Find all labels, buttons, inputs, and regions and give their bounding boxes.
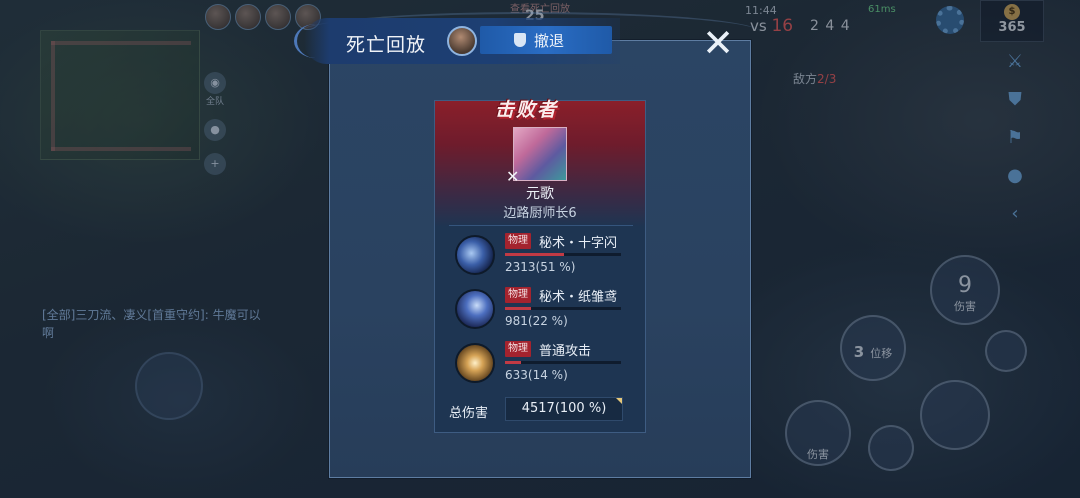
damage-type-tag: 物理 xyxy=(505,287,531,303)
damage-bar xyxy=(505,253,621,256)
damage-type-tag: 物理 xyxy=(505,341,531,357)
divider xyxy=(449,225,633,226)
killer-player-name: 边路厨师长6 xyxy=(503,206,577,221)
skill-name: 普通攻击 xyxy=(539,344,592,359)
self-avatar xyxy=(447,26,477,56)
basic-attack-skill-icon xyxy=(455,343,495,383)
damage-row: 物理 秘术・纸雏鸢 981(22 %) xyxy=(453,287,633,337)
damage-bar xyxy=(505,307,621,310)
shield-icon xyxy=(514,33,526,47)
skill-damage: 2313(51 %) xyxy=(505,260,576,274)
killer-card: 击败者 ✕ 元歌 边路厨师长6 物理 秘术・十字闪 2313(51 %) 物理 … xyxy=(434,99,646,433)
skill-name: 秘术・十字闪 xyxy=(539,236,618,251)
skill-name: 秘术・纸雏鸢 xyxy=(539,290,618,305)
killer-hero-portrait: ✕ xyxy=(506,127,567,186)
skill-damage: 981(22 %) xyxy=(505,314,568,328)
killer-hero-name: 元歌 xyxy=(526,186,554,202)
skill-damage: 633(14 %) xyxy=(505,368,568,382)
damage-row: 物理 普通攻击 633(14 %) xyxy=(453,341,633,391)
damage-bar-fill xyxy=(505,307,531,310)
damage-bar xyxy=(505,361,621,364)
close-button[interactable]: ✕ xyxy=(700,24,736,62)
retreat-button[interactable]: 撤退 xyxy=(480,26,612,54)
cross-slash-skill-icon xyxy=(455,235,495,275)
total-damage-label: 总伤害 xyxy=(449,406,489,421)
damage-row: 物理 秘术・十字闪 2313(51 %) xyxy=(453,233,633,283)
damage-type-tag: 物理 xyxy=(505,233,531,249)
defeated-by-label: 击败者 xyxy=(495,99,559,121)
dialog-title: 死亡回放 xyxy=(346,34,427,56)
damage-bar-fill xyxy=(505,253,565,256)
damage-bar-fill xyxy=(505,361,522,364)
paper-bird-skill-icon xyxy=(455,289,495,329)
total-damage-value: 4517(100 %) xyxy=(505,397,623,421)
